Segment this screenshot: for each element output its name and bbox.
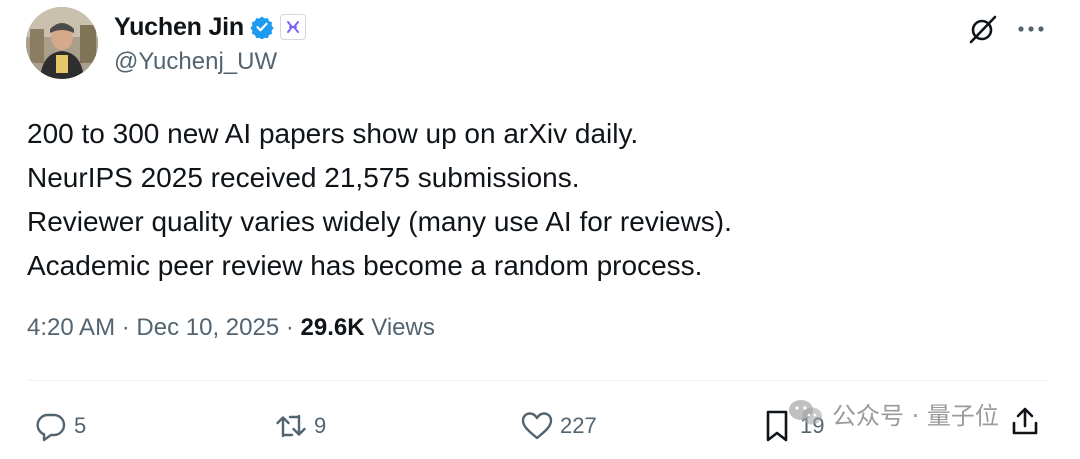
verified-badge-icon (250, 15, 274, 40)
affiliate-badge-icon[interactable] (279, 14, 306, 40)
tweet-text: 200 to 300 new AI papers show up on arXi… (27, 112, 1037, 288)
meta-separator: · (121, 314, 130, 341)
display-name[interactable]: Yuchen Jin (114, 13, 244, 42)
repost-button[interactable]: 9 (274, 404, 326, 448)
share-icon (1009, 405, 1041, 442)
handle[interactable]: @Yuchenj_UW (114, 48, 277, 76)
like-icon (520, 409, 554, 443)
tweet: Yuchen Jin @Yuchenj_UW 200 to 300 new AI… (0, 0, 1080, 459)
share-button[interactable] (1008, 406, 1042, 440)
tweet-line: 200 to 300 new AI papers show up on arXi… (27, 118, 639, 149)
name-row: Yuchen Jin (114, 10, 306, 44)
watermark-text: 公众号 · 量子位 (832, 401, 999, 430)
reply-button[interactable]: 5 (34, 404, 86, 448)
watermark: 公众号 · 量子位 (786, 393, 999, 433)
tweet-line: Academic peer review has become a random… (27, 250, 703, 281)
wechat-icon (786, 397, 826, 429)
tweet-meta: 4:20 AM · Dec 10, 2025 · 29.6K Views (27, 314, 435, 342)
tweet-line: NeurIPS 2025 received 21,575 submissions… (27, 162, 580, 193)
tweet-date[interactable]: Dec 10, 2025 (136, 314, 279, 341)
repost-count: 9 (314, 413, 327, 438)
repost-icon (274, 409, 308, 443)
views-label[interactable]: Views (371, 314, 435, 341)
reply-icon (34, 409, 68, 443)
divider (27, 380, 1048, 381)
views-count[interactable]: 29.6K (301, 314, 365, 341)
tweet-time[interactable]: 4:20 AM (27, 314, 115, 341)
like-button[interactable]: 227 (520, 404, 597, 448)
more-icon[interactable] (1014, 12, 1048, 46)
meta-separator: · (285, 314, 294, 341)
like-count: 227 (560, 413, 597, 438)
reply-count: 5 (74, 413, 87, 438)
grok-icon[interactable] (966, 12, 1000, 46)
tweet-line: Reviewer quality varies widely (many use… (27, 206, 732, 237)
avatar[interactable] (26, 7, 98, 79)
